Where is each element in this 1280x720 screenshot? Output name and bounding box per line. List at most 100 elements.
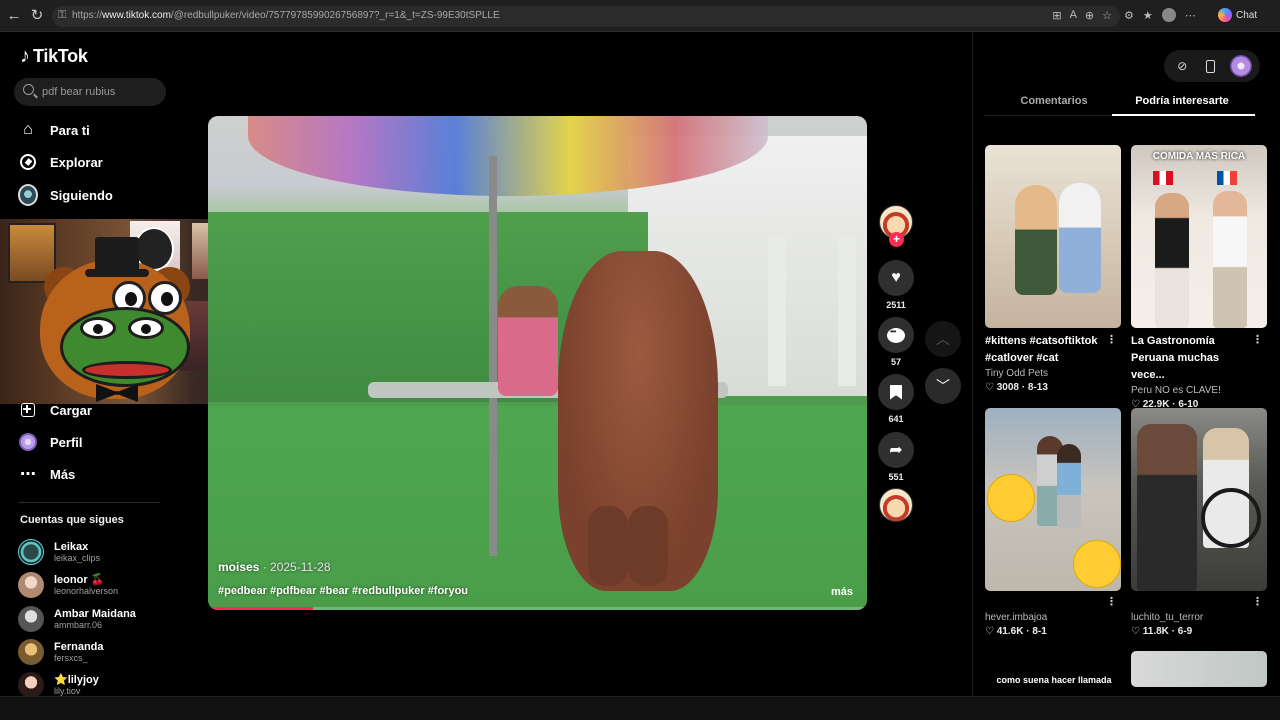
- account-avatar: [18, 672, 44, 698]
- card-author[interactable]: luchito_tu_terror: [1131, 612, 1267, 623]
- home-icon: ⌂: [23, 121, 33, 138]
- webcam-overlay: [0, 219, 241, 404]
- heart-icon: ♥: [891, 269, 901, 286]
- account-avatar: [18, 539, 44, 565]
- card-author[interactable]: hever.imbajoa: [985, 612, 1121, 623]
- suggested-video-card[interactable]: luchito_tu_terror ♡ 11.8K · 6-9 ⋮: [1131, 408, 1267, 637]
- search-icon: [23, 84, 34, 95]
- account-handle: fersxcs_: [54, 652, 88, 663]
- more-dots-icon: ⋯: [20, 466, 36, 483]
- user-avatar[interactable]: [1229, 55, 1252, 77]
- tab-you-may-like[interactable]: Podría interesarte: [1112, 95, 1252, 107]
- card-options-icon[interactable]: ⋮: [1106, 595, 1117, 608]
- card-title[interactable]: #kittens #catsoftiktok #catlover #cat: [985, 333, 1109, 367]
- account-name: Fernanda: [54, 640, 104, 653]
- previous-video-button[interactable]: ︿: [925, 321, 961, 357]
- next-card-caption[interactable]: como suena hacer llamada: [985, 675, 1123, 685]
- video-thumbnail[interactable]: [1131, 408, 1267, 591]
- browser-menu-icon[interactable]: ⋯: [1185, 9, 1196, 22]
- followed-account[interactable]: leonor 🍒 leonorhalverson: [18, 572, 118, 598]
- upload-icon: [18, 400, 38, 420]
- video-thumbnail[interactable]: [985, 145, 1121, 328]
- card-stats: ♡ 11.8K · 6-9: [1131, 626, 1193, 637]
- active-tab-indicator: [1112, 114, 1255, 116]
- save-button[interactable]: [878, 374, 914, 410]
- nav-profile[interactable]: Perfil: [18, 429, 83, 455]
- video-scene-lawn: [208, 406, 867, 610]
- child-figure: [1057, 444, 1081, 528]
- header-action-group: ⊘: [1164, 50, 1260, 82]
- search-box[interactable]: [14, 78, 166, 106]
- translate-icon[interactable]: A: [1070, 9, 1077, 22]
- card-author[interactable]: Peru NO es CLAVE!: [1131, 385, 1267, 396]
- nav-upload[interactable]: Cargar: [18, 397, 92, 423]
- nav-for-you[interactable]: ⌂ Para ti: [18, 117, 90, 143]
- favorite-star-icon[interactable]: ☆: [1102, 9, 1112, 22]
- side-panel-tabs: Comentarios Podría interesarte: [984, 92, 1256, 116]
- follow-plus-button[interactable]: +: [889, 232, 904, 247]
- card-author[interactable]: Tiny Odd Pets: [985, 368, 1121, 379]
- account-handle: leonorhalverson: [54, 585, 119, 596]
- video-thumbnail[interactable]: [1131, 651, 1267, 687]
- share-arrow-icon: ➦: [889, 442, 903, 459]
- card-options-icon[interactable]: ⋮: [1106, 333, 1117, 346]
- chevron-up-icon: ︿: [936, 331, 950, 347]
- url-text: https://www.tiktok.com/@redbullpuker/vid…: [72, 10, 500, 21]
- account-avatar: [18, 572, 44, 598]
- followed-account[interactable]: Leikax leikax_clips: [18, 539, 100, 565]
- video-thumbnail[interactable]: COMIDA MÁS RICA: [1131, 145, 1267, 328]
- tiktok-note-icon: ♪: [20, 45, 30, 67]
- sound-disc-avatar[interactable]: [879, 488, 913, 522]
- video-thumbnail[interactable]: [985, 408, 1121, 591]
- tiktok-logo[interactable]: ♪ TikTok: [20, 45, 88, 68]
- tab-comments[interactable]: Comentarios: [984, 95, 1124, 107]
- card-options-icon[interactable]: ⋮: [1252, 595, 1263, 608]
- suggested-video-card[interactable]: #kittens #catsoftiktok #catlover #cat Ti…: [985, 145, 1121, 393]
- video-scene-pole: [489, 156, 497, 556]
- profile-avatar-icon: [18, 432, 38, 452]
- like-button[interactable]: ♥: [878, 260, 914, 296]
- search-input[interactable]: [42, 83, 162, 101]
- share-button[interactable]: ➦: [878, 432, 914, 468]
- bookmark-icon: [890, 384, 902, 400]
- followed-account[interactable]: Ambar Maidana ammbarr.06: [18, 606, 136, 632]
- compass-icon[interactable]: ⊘: [1172, 56, 1192, 76]
- pepe-mouth: [82, 361, 172, 379]
- caption-more-button[interactable]: más: [831, 586, 853, 598]
- favorites-icon[interactable]: ★: [1143, 9, 1153, 22]
- author-name[interactable]: moises: [218, 560, 259, 574]
- peru-flag: [1153, 171, 1173, 185]
- next-video-button[interactable]: ﹀: [925, 368, 961, 404]
- suggested-video-card[interactable]: hever.imbajoa ♡ 41.6K · 8-1 ⋮: [985, 408, 1121, 637]
- card-options-icon[interactable]: ⋮: [1252, 333, 1263, 346]
- zoom-icon[interactable]: ⊕: [1085, 9, 1094, 22]
- compass-icon: [18, 152, 38, 172]
- address-bar[interactable]: ⚿ https://www.tiktok.com/@redbullpuker/v…: [52, 6, 1120, 27]
- nav-label: Perfil: [50, 434, 83, 450]
- france-flag: [1217, 171, 1237, 185]
- back-icon[interactable]: ←: [6, 8, 22, 24]
- card-title[interactable]: La Gastronomía Peruana muchas vece...: [1131, 333, 1255, 384]
- nav-more[interactable]: ⋯ Más: [18, 461, 75, 487]
- video-caption[interactable]: #pedbear #pdfbear #bear #redbullpuker #f…: [218, 585, 468, 597]
- nav-following[interactable]: Siguiendo: [18, 182, 113, 208]
- browser-profile-avatar[interactable]: [1161, 8, 1176, 22]
- account-name: Leikax: [54, 540, 89, 553]
- followed-account[interactable]: ⭐lilyjoy lily.tiov: [18, 672, 99, 698]
- video-scene-column: [838, 236, 856, 386]
- copilot-chat-button[interactable]: Chat: [1218, 8, 1257, 22]
- video-player[interactable]: moises · 2025-11-28 #pedbear #pdfbear #b…: [208, 116, 867, 610]
- comment-button[interactable]: [878, 317, 914, 353]
- followed-account[interactable]: Fernanda fersxcs_: [18, 639, 104, 665]
- extensions-icon[interactable]: ⚙: [1124, 9, 1134, 22]
- phone-icon[interactable]: [1201, 56, 1221, 76]
- video-progress-bar[interactable]: [208, 607, 867, 610]
- apps-icon[interactable]: ⊞: [1052, 9, 1061, 22]
- site-info-icon[interactable]: ⚿: [58, 9, 66, 22]
- video-scene-column: [768, 236, 786, 386]
- reload-icon[interactable]: ↻: [29, 8, 45, 24]
- video-author[interactable]: moises · 2025-11-28: [218, 560, 331, 574]
- suggested-video-card[interactable]: COMIDA MÁS RICA La Gastronomía Peruana m…: [1131, 145, 1267, 410]
- kitten-figure: [1015, 185, 1057, 295]
- nav-explore[interactable]: Explorar: [18, 149, 103, 175]
